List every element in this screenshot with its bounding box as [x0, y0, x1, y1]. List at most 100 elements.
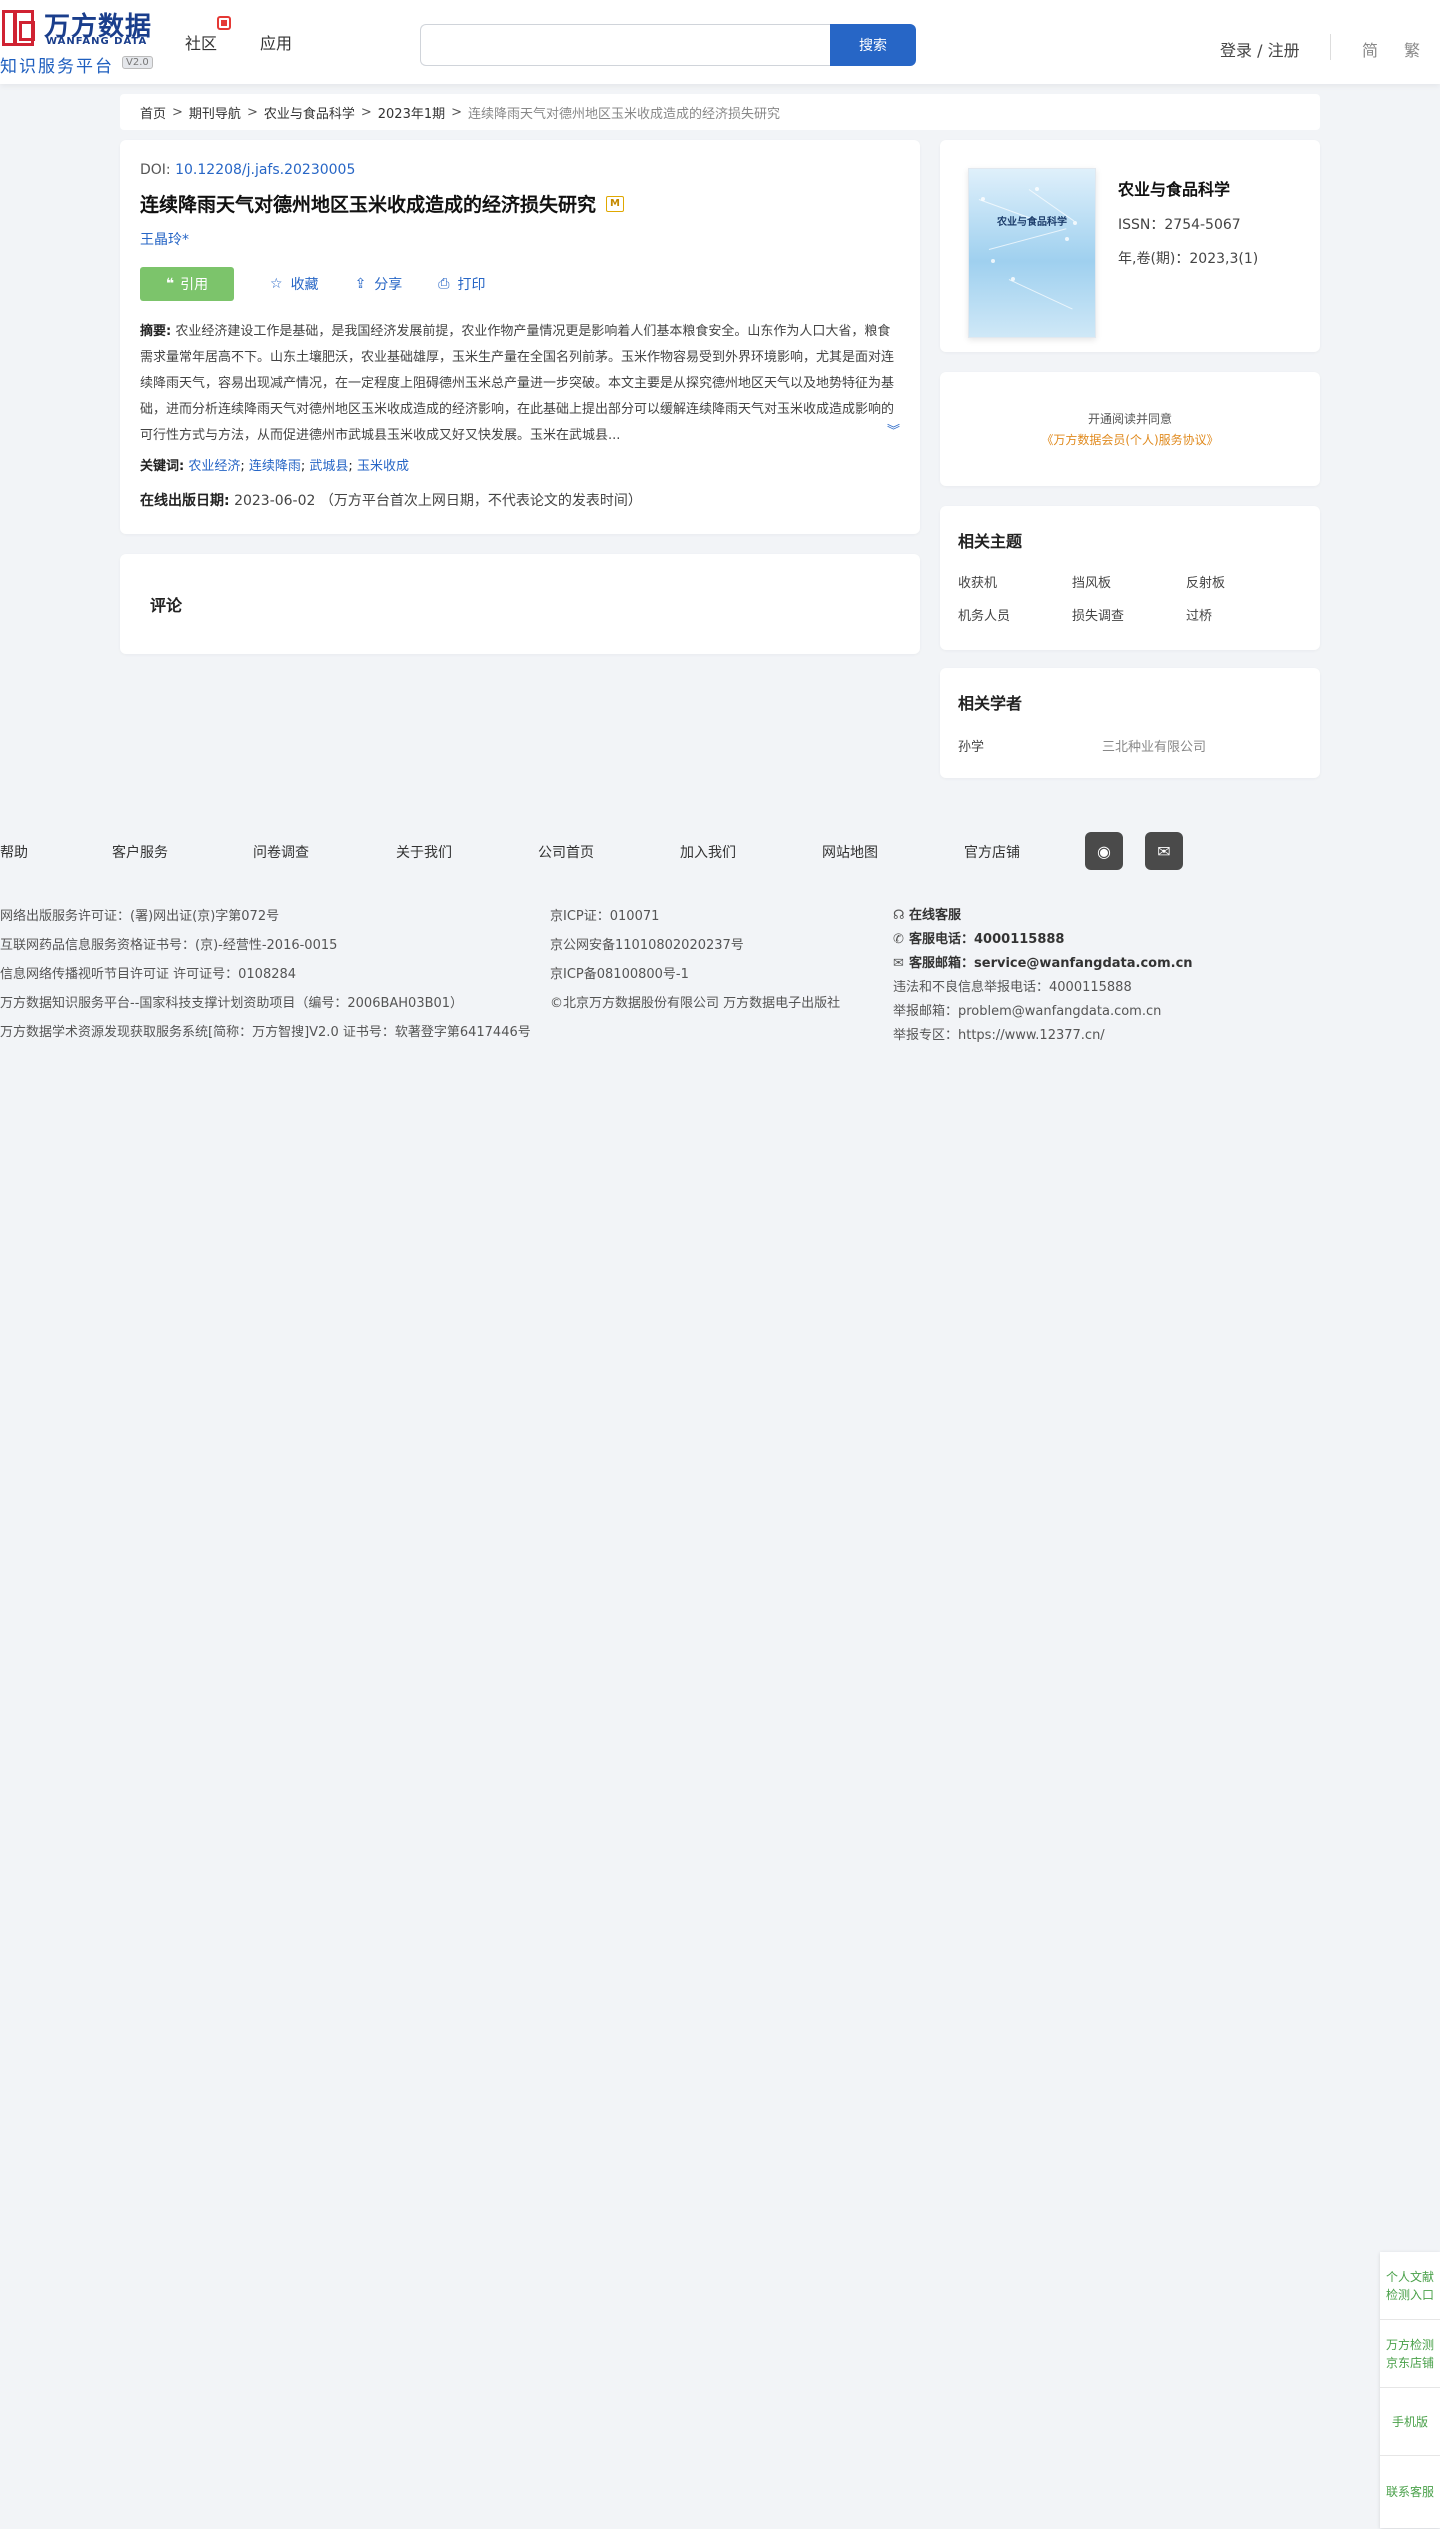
- keyword-link[interactable]: 农业经济: [188, 459, 240, 474]
- journal-name[interactable]: 农业与食品科学: [1118, 176, 1230, 200]
- footer-link-about[interactable]: 关于我们: [396, 842, 452, 862]
- header: 万方数据 WANFANG DATA 知识服务平台 V2.0 社区 应用 搜索 登…: [0, 0, 1440, 84]
- topic-link[interactable]: 机务人员: [958, 605, 1072, 624]
- topic-link[interactable]: 收获机: [958, 572, 1072, 591]
- favorite-label: 收藏: [290, 277, 319, 293]
- breadcrumb-home[interactable]: 首页: [140, 103, 166, 122]
- comment-card: 评论: [120, 554, 920, 654]
- keywords-label: 关键词:: [140, 459, 185, 474]
- report-phone: 违法和不良信息举报电话：4000115888: [893, 980, 1132, 995]
- report-zone[interactable]: 举报专区：https://www.12377.cn/: [893, 1024, 1193, 1048]
- float-jd-store[interactable]: 万方检测京东店铺: [1380, 2320, 1440, 2388]
- breadcrumb-separator: >: [246, 104, 258, 120]
- report-email: 举报邮箱：problem@wanfangdata.com.cn: [893, 1004, 1162, 1019]
- share-button[interactable]: ⇪ 分享: [355, 274, 403, 294]
- pubdate-label: 在线出版日期:: [140, 493, 230, 509]
- phone-icon: ✆: [893, 932, 904, 947]
- logo-en: WANFANG DATA: [46, 36, 148, 47]
- logo-mark-icon: [2, 10, 35, 46]
- search-input[interactable]: [421, 25, 830, 65]
- footer-link-customer-service[interactable]: 客户服务: [112, 842, 168, 862]
- icp-line[interactable]: 京ICP证：010071: [550, 902, 840, 931]
- pubdate: 在线出版日期: 2023-06-02 （万方平台首次上网日期，不代表论文的发表时…: [140, 490, 900, 510]
- related-scholars: 相关学者 孙学 三北种业有限公司: [940, 668, 1320, 778]
- share-icon: ⇪: [354, 276, 367, 292]
- service-agreement-link[interactable]: 《万方数据会员(个人)服务协议》: [1041, 431, 1218, 448]
- cite-button[interactable]: ❝ 引用: [140, 267, 234, 301]
- mendeley-icon[interactable]: M: [606, 195, 625, 212]
- license-line: 信息网络传播视听节目许可证 许可证号：0108284: [0, 967, 297, 982]
- scholar-name[interactable]: 孙学: [958, 736, 1102, 755]
- expand-chevron-icon[interactable]: ︾: [884, 419, 900, 445]
- doi-link[interactable]: 10.12208/j.jafs.20230005: [175, 162, 355, 178]
- logo[interactable]: 万方数据 WANFANG DATA 知识服务平台 V2.0: [0, 6, 160, 77]
- journal-card: 农业与食品科学 农业与食品科学 ISSN：2754-5067 年,卷(期)：20…: [940, 140, 1320, 352]
- icp-line[interactable]: 京ICP备08100800号-1: [550, 960, 840, 989]
- license-line: 万方数据学术资源发现获取服务系统[简称：万方智搜]V2.0 证书号：软著登字第6…: [0, 1025, 531, 1040]
- breadcrumb-journal-nav[interactable]: 期刊导航: [189, 103, 241, 122]
- article-card: DOI: 10.12208/j.jafs.20230005 连续降雨天气对德州地…: [120, 140, 920, 534]
- pubdate-value: 2023-06-02: [234, 493, 316, 509]
- license-line: 万方数据知识服务平台--国家科技支撑计划资助项目（编号：2006BAH03B01…: [0, 996, 464, 1011]
- journal-cover[interactable]: 农业与食品科学: [968, 168, 1096, 338]
- breadcrumb-separator: >: [172, 104, 183, 120]
- footer-link-join-us[interactable]: 加入我们: [680, 842, 736, 862]
- logo-version: V2.0: [122, 56, 153, 69]
- journal-issn: ISSN：2754-5067: [1118, 217, 1241, 233]
- article-title-text: 连续降雨天气对德州地区玉米收成造成的经济损失研究: [140, 194, 597, 216]
- related-topics-title: 相关主题: [958, 532, 1023, 551]
- favorite-button[interactable]: ☆ 收藏: [270, 274, 319, 294]
- lang-traditional[interactable]: 繁: [1404, 37, 1420, 61]
- icp-line[interactable]: 京公网安备11010802020237号: [550, 931, 840, 960]
- scholar-org: 三北种业有限公司: [1102, 740, 1207, 755]
- login-link[interactable]: 登录 / 注册: [1220, 37, 1300, 61]
- mail-icon: ✉: [893, 956, 904, 971]
- doi-line: DOI: 10.12208/j.jafs.20230005: [140, 162, 900, 178]
- wechat-icon[interactable]: ✉: [1145, 832, 1183, 870]
- community-badge-icon: [217, 16, 231, 30]
- pubdate-note: （万方平台首次上网日期，不代表论文的发表时间）: [319, 493, 642, 509]
- abstract-text: 农业经济建设工作是基础，是我国经济发展前提，农业作物产量情况更是影响着人们基本粮…: [140, 324, 895, 443]
- float-contact-service[interactable]: 联系客服: [1380, 2456, 1440, 2528]
- footer-contact: ☊ 在线客服 ✆ 客服电话：4000115888 ✉ 客服邮箱：service@wan…: [893, 904, 1193, 1048]
- comment-title: 评论: [150, 596, 183, 615]
- related-scholars-title: 相关学者: [958, 694, 1023, 713]
- license-line: 互联网药品信息服务资格证书号：(京)-经营性-2016-0015: [0, 938, 338, 953]
- headset-icon: ☊: [893, 908, 905, 923]
- topic-link[interactable]: 挡风板: [1072, 572, 1186, 591]
- print-button[interactable]: ⎙ 打印: [438, 274, 485, 294]
- search-button[interactable]: 搜索: [830, 24, 916, 66]
- footer-link-help[interactable]: 帮助: [0, 842, 28, 862]
- breadcrumb-current: 连续降雨天气对德州地区玉米收成造成的经济损失研究: [468, 106, 781, 122]
- float-plagiarism-check[interactable]: 个人文献检测入口: [1380, 2252, 1440, 2320]
- footer-link-company-home[interactable]: 公司首页: [538, 842, 594, 862]
- topic-link[interactable]: 损失调查: [1072, 605, 1186, 624]
- article-actions: ❝ 引用 ☆ 收藏 ⇪ 分享 ⎙ 打印: [140, 267, 900, 301]
- topic-link[interactable]: 反射板: [1186, 572, 1300, 591]
- nav-community[interactable]: 社区: [185, 30, 217, 54]
- footer-link-official-store[interactable]: 官方店铺: [964, 842, 1020, 862]
- weibo-icon[interactable]: ◉: [1085, 832, 1123, 870]
- license-line: 网络出版服务许可证：(署)网出证(京)字第072号: [0, 909, 280, 924]
- author-link[interactable]: 王晶玲*: [140, 229, 900, 249]
- keyword-link[interactable]: 连续降雨: [249, 459, 301, 474]
- keyword-link[interactable]: 玉米收成: [357, 459, 409, 474]
- footer-icp-info: 京ICP证：010071 京公网安备11010802020237号 京ICP备0…: [550, 902, 840, 1018]
- topic-link[interactable]: 过桥: [1186, 605, 1300, 624]
- footer-link-sitemap[interactable]: 网站地图: [822, 842, 878, 862]
- scholar-row: 孙学 三北种业有限公司: [958, 736, 1302, 755]
- breadcrumb-issue[interactable]: 2023年1期: [378, 103, 445, 122]
- breadcrumb-journal[interactable]: 农业与食品科学: [264, 103, 355, 122]
- header-divider: [1330, 34, 1331, 60]
- doi-label: DOI:: [140, 162, 171, 178]
- keyword-link[interactable]: 武城县: [309, 459, 348, 474]
- online-service[interactable]: ☊ 在线客服: [893, 904, 1193, 928]
- nav-app[interactable]: 应用: [260, 30, 292, 54]
- breadcrumb: 首页 > 期刊导航 > 农业与食品科学 > 2023年1期 > 连续降雨天气对德…: [120, 94, 1320, 130]
- footer-link-survey[interactable]: 问卷调查: [253, 842, 309, 862]
- search-box: [420, 24, 830, 66]
- footer-license-info: 网络出版服务许可证：(署)网出证(京)字第072号 互联网药品信息服务资格证书号…: [0, 902, 531, 1047]
- float-mobile[interactable]: 手机版: [1380, 2388, 1440, 2456]
- lang-simplified[interactable]: 简: [1362, 37, 1378, 61]
- logo-subtitle: 知识服务平台: [0, 57, 114, 77]
